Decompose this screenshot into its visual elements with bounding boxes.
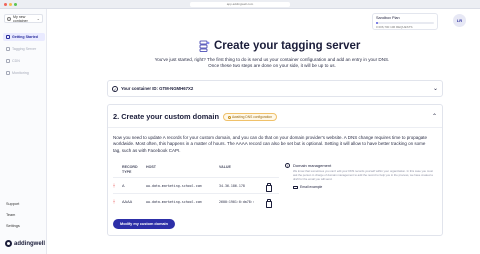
dns-records-table: RECORD TYPE HOST VALUE − A ww.data-marke… [113,165,279,209]
record-host: ww.data-marketing-school.com [146,183,202,188]
table-row: − A ww.data-marketing-school.com 34.36.1… [113,177,279,193]
chart-icon [6,71,10,75]
email-example-label: Email example [300,185,323,190]
record-value: 2600:1901:0:da78:: [219,199,255,204]
plan-usage-fill [376,22,379,24]
remove-icon[interactable]: − [113,183,116,188]
plan-usage-text: 0 006,700 106 REQUESTS [376,25,413,29]
column-header-value: VALUE [219,165,231,169]
sidebar-item-label: Tagging Server [12,47,37,51]
addingwell-logo: addingwell [5,240,45,247]
sidebar-item-getting-started[interactable]: Getting Started [3,33,45,41]
status-badge: Awaiting DNS configuration [223,113,278,121]
plan-name: Sandbox Plan [376,16,400,20]
remove-icon[interactable]: − [113,199,116,204]
copy-icon[interactable] [266,182,272,192]
sidebar-item-label: Monitoring [12,71,29,75]
domain-management-panel: i Domain management We know that sometim… [285,163,435,189]
sidebar-item-label: CDN [12,59,20,63]
sidebar: My new container ⌄ Getting Started Taggi… [0,9,47,254]
avatar[interactable]: LR [453,14,466,27]
close-window-button[interactable] [4,3,7,6]
status-badge-label: Awaiting DNS configuration [232,115,273,119]
step-title: 2. Create your custom domain [113,112,219,121]
server-icon [6,47,10,51]
table-row: − AAAA ww.data-marketing-school.com 2600… [113,193,279,209]
server-stack-icon [199,40,210,52]
domain-management-text: We know that sometimes you can't edit yo… [293,169,433,181]
check-circle-icon: ✓ [112,85,118,92]
sidebar-item-label: Getting Started [12,35,38,39]
container-id-step[interactable]: ✓ Your container ID: GTM-NGMH67X2 ⌄ [107,80,443,97]
container-icon [7,16,11,21]
custom-domain-step: 2. Create your custom domain Awaiting DN… [107,104,443,236]
logo-mark-icon [5,240,12,247]
logo-text: addingwell [14,240,46,247]
address-bar[interactable]: app.addingwell.com [190,2,290,7]
plan-usage-bar [376,22,434,24]
table-header: RECORD TYPE HOST VALUE [113,165,279,177]
sidebar-item-team[interactable]: Team [6,210,20,221]
column-header-type: RECORD TYPE [122,165,138,174]
sidebar-item-support[interactable]: Support [6,199,20,210]
globe-icon [6,59,10,63]
plan-usage-box[interactable]: Sandbox Plan 0 006,700 106 REQUESTS [372,13,438,30]
email-example-link[interactable]: Email example [293,185,435,189]
chevron-down-icon[interactable]: ⌄ [433,85,438,92]
sidebar-nav: Getting Started Tagging Server CDN Monit… [3,33,45,81]
info-icon: i [285,163,290,168]
sidebar-item-monitoring[interactable]: Monitoring [3,69,45,77]
sidebar-bottom-nav: Support Team Settings [6,199,20,232]
maximize-window-button[interactable] [14,3,17,6]
container-id-label: Your container ID: GTM-NGMH67X2 [121,86,194,91]
column-header-host: HOST [146,165,156,169]
clock-icon [228,115,231,119]
record-type: AAAA [122,199,133,204]
page-subtitle: You've just started, right? The first th… [154,57,390,69]
record-type: A [122,183,125,188]
chevron-down-icon: ⌄ [36,16,40,21]
sidebar-item-settings[interactable]: Settings [6,221,20,232]
domain-management-title: Domain management [293,163,332,168]
container-select-label: My new container [13,14,28,23]
browser-chrome: app.addingwell.com [0,0,480,9]
record-value: 34.36.186.178 [219,183,245,188]
minimize-window-button[interactable] [9,3,12,6]
page-title: Create your tagging server [214,40,361,52]
step-description: Now you need to update A records for you… [113,135,428,153]
domain-management-header: i Domain management [285,163,435,168]
chevron-up-icon[interactable]: ⌃ [432,113,437,120]
copy-icon[interactable] [266,198,272,208]
container-select[interactable]: My new container ⌄ [4,14,43,23]
rocket-icon [6,35,10,39]
divider [108,127,442,128]
modify-custom-domain-button[interactable]: Modify my custom domain [113,219,175,229]
mail-icon [293,185,298,190]
sidebar-item-cdn[interactable]: CDN [3,57,45,65]
sidebar-item-tagging-server[interactable]: Tagging Server [3,45,45,53]
record-host: ww.data-marketing-school.com [146,199,202,204]
